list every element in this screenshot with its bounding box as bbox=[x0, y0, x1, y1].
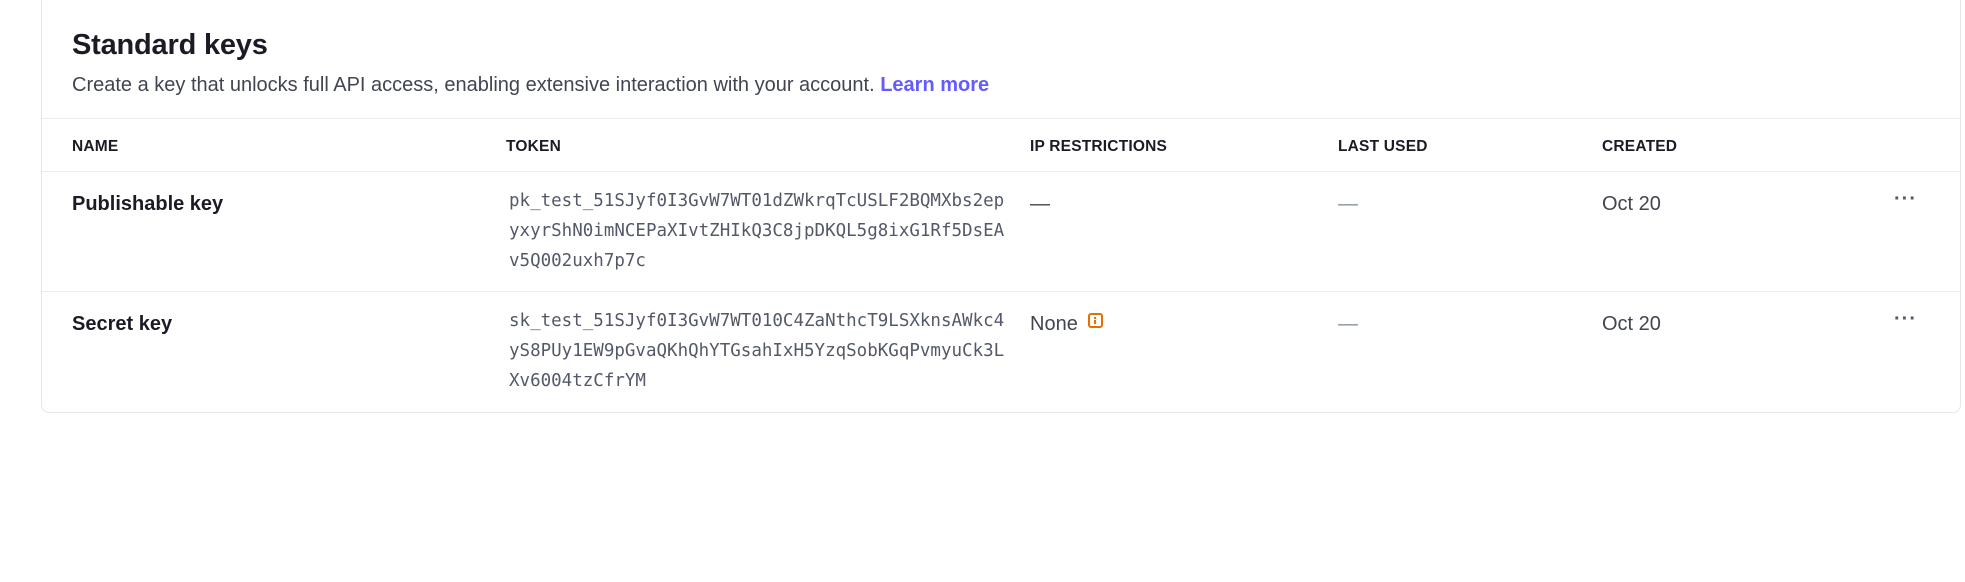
table-row: Secret key sk_test_51SJyf0I3GvW7WT010C4Z… bbox=[42, 292, 1960, 412]
header-ip-restrictions: IP RESTRICTIONS bbox=[1030, 138, 1168, 155]
ip-restrictions-value: None bbox=[1030, 313, 1078, 335]
learn-more-link[interactable]: Learn more bbox=[880, 74, 989, 96]
more-horizontal-icon[interactable]: ··· bbox=[1894, 188, 1917, 211]
info-icon[interactable] bbox=[1087, 313, 1103, 328]
header-created: CREATED bbox=[1602, 138, 1678, 155]
standard-keys-card: Standard keys Create a key that unlocks … bbox=[41, 0, 1961, 413]
section-title: Standard keys bbox=[72, 29, 268, 61]
description-text: Create a key that unlocks full API acces… bbox=[72, 74, 875, 96]
ip-restrictions-value: — bbox=[1030, 193, 1050, 215]
key-token[interactable]: pk_test_51SJyf0I3GvW7WT01dZWkrqTcUSLF2BQ… bbox=[509, 186, 1009, 276]
card-header: Standard keys Create a key that unlocks … bbox=[42, 0, 1960, 119]
header-token: TOKEN bbox=[506, 138, 561, 155]
key-name: Secret key bbox=[72, 313, 173, 335]
more-horizontal-icon[interactable]: ··· bbox=[1894, 308, 1917, 331]
created-value: Oct 20 bbox=[1602, 313, 1661, 335]
last-used-value: — bbox=[1338, 193, 1358, 215]
key-name: Publishable key bbox=[72, 193, 224, 215]
table-header: NAME TOKEN IP RESTRICTIONS LAST USED CRE… bbox=[42, 119, 1960, 172]
header-last-used: LAST USED bbox=[1338, 138, 1428, 155]
header-name: NAME bbox=[72, 138, 119, 155]
last-used-value: — bbox=[1338, 313, 1358, 335]
ip-restrictions-cell: None bbox=[1030, 311, 1103, 337]
key-token[interactable]: sk_test_51SJyf0I3GvW7WT010C4ZaNthcT9LSXk… bbox=[509, 306, 1009, 396]
section-description: Create a key that unlocks full API acces… bbox=[72, 72, 1930, 98]
table-row: Publishable key pk_test_51SJyf0I3GvW7WT0… bbox=[42, 172, 1960, 292]
created-value: Oct 20 bbox=[1602, 193, 1661, 215]
